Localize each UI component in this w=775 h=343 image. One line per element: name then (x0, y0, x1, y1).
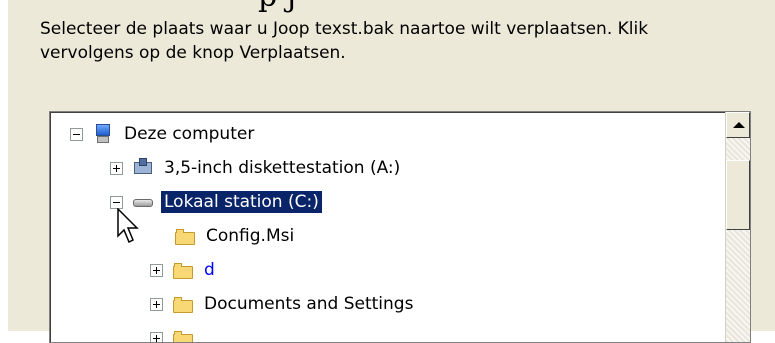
tree-item-deze-computer[interactable]: Deze computer (70, 117, 257, 151)
collapse-toggle[interactable] (110, 196, 123, 209)
tree-item-local-drive-c[interactable]: Lokaal station (C:) (110, 185, 322, 219)
computer-icon (93, 124, 113, 144)
tree-item-documents-and-settings[interactable]: Documents and Settings (150, 287, 416, 321)
tree-item-label: Config.Msi (203, 225, 297, 247)
instruction-text: Selecteer de plaats waar u Joop texst.ba… (40, 17, 740, 65)
folder-icon (173, 260, 193, 280)
tree-item-config-msi[interactable]: Config.Msi (175, 219, 297, 253)
tree-item-d[interactable]: d (150, 253, 218, 287)
tree-item-label: Deze computer (121, 123, 257, 145)
folder-icon (175, 226, 195, 246)
expand-toggle[interactable] (110, 162, 123, 175)
tree-item-label-selected: Lokaal station (C:) (161, 191, 322, 213)
tree-item-partial[interactable] (150, 321, 201, 343)
mouse-pointer-icon (117, 208, 141, 244)
expand-toggle[interactable] (150, 264, 163, 277)
tree-item-label: Documents and Settings (201, 293, 416, 315)
expand-toggle[interactable] (150, 298, 163, 311)
collapse-toggle[interactable] (70, 128, 83, 141)
vertical-scrollbar[interactable] (725, 112, 750, 342)
folder-icon (173, 294, 193, 314)
expand-toggle[interactable] (150, 332, 163, 343)
move-items-dialog: p j Selecteer de plaats waar u Joop texs… (7, 0, 775, 331)
folder-tree[interactable]: Deze computer 3,5-inch diskettestation (… (49, 111, 751, 343)
tree-item-label: d (201, 259, 218, 281)
floppy-drive-icon (133, 158, 153, 178)
tree-item-label: 3,5-inch diskettestation (A:) (161, 157, 403, 179)
folder-icon (173, 328, 193, 343)
scroll-thumb[interactable] (726, 160, 750, 230)
dialog-title-fragment: p j (258, 0, 296, 12)
tree-item-floppy-drive[interactable]: 3,5-inch diskettestation (A:) (110, 151, 403, 185)
scroll-up-button[interactable] (726, 112, 750, 138)
